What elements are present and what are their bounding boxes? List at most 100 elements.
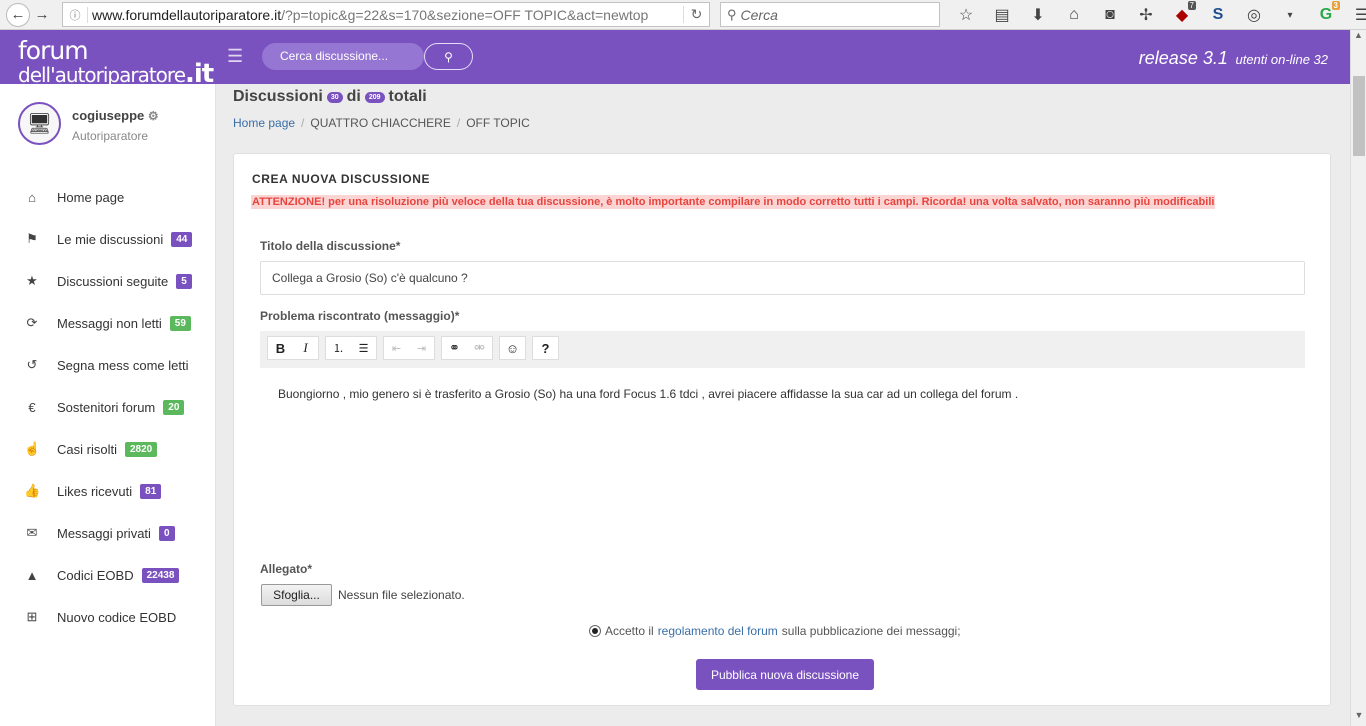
- ublock-badge: 7: [1187, 1, 1196, 10]
- user-name[interactable]: cogiuseppe: [72, 108, 144, 123]
- count-badge: 2820: [124, 441, 158, 457]
- breadcrumb-current: OFF TOPIC: [466, 116, 530, 130]
- count-shown-badge: 30: [326, 91, 343, 103]
- rules-link[interactable]: regolamento del forum: [658, 624, 778, 638]
- ublock-icon[interactable]: ◆ 7: [1164, 0, 1200, 30]
- message-label: Problema riscontrato (messaggio)*: [260, 309, 460, 323]
- chat-extension-icon[interactable]: ◎: [1236, 0, 1272, 30]
- hamburger-menu-icon[interactable]: ☰: [227, 46, 243, 67]
- gear-icon[interactable]: ⚙: [148, 109, 159, 123]
- indent-icon[interactable]: ⇥: [409, 337, 434, 359]
- sidebar-item-messaggi-non-letti[interactable]: ⟳ Messaggi non letti 59: [0, 302, 216, 344]
- home-icon[interactable]: ⌂: [1056, 0, 1092, 30]
- accept-suffix: sulla pubblicazione dei messaggi;: [781, 624, 961, 638]
- history-icon: ↺: [26, 357, 38, 372]
- sidebar-item-label: Discussioni seguite: [57, 273, 169, 289]
- title-input[interactable]: Collega a Grosio (So) c'è qualcuno ?: [260, 261, 1305, 295]
- title-label: Titolo della discussione*: [260, 239, 401, 253]
- attachment-label: Allegato*: [260, 562, 313, 576]
- flag-icon: ⚑: [26, 231, 38, 246]
- publish-discussion-button[interactable]: Pubblica nuova discussione: [696, 659, 874, 690]
- sidebar-item-discussioni-seguite[interactable]: ★ Discussioni seguite 5: [0, 260, 216, 302]
- scroll-thumb[interactable]: [1353, 76, 1365, 156]
- scroll-down-icon[interactable]: ▼: [1351, 710, 1366, 726]
- reload-icon[interactable]: ↻: [683, 6, 709, 23]
- breadcrumb-home[interactable]: Home page: [233, 116, 295, 130]
- sidebar-item-label: Messaggi privati: [57, 525, 151, 541]
- search-icon: ⚲: [444, 49, 453, 64]
- sidebar-item-segna-mess-come-letti[interactable]: ↺ Segna mess come letti: [0, 344, 216, 386]
- logo-line-1: forum: [18, 36, 89, 65]
- italic-button[interactable]: I: [293, 337, 318, 359]
- sidebar-item-le-mie-discussioni[interactable]: ⚑ Le mie discussioni 44: [0, 218, 216, 260]
- forward-icon[interactable]: →: [30, 3, 54, 27]
- back-icon[interactable]: ←: [6, 2, 30, 27]
- site-logo[interactable]: forum dell'autoriparatore.it: [18, 36, 214, 87]
- sidebar-item-casi-risolti[interactable]: ☝ Casi risolti 2820: [0, 428, 216, 470]
- bullet-list-icon[interactable]: ☰: [351, 337, 376, 359]
- bold-button[interactable]: B: [268, 337, 293, 359]
- breadcrumb-section[interactable]: QUATTRO CHIACCHERE: [310, 116, 450, 130]
- help-icon[interactable]: ?: [533, 337, 558, 359]
- sidebar-item-label: Casi risolti: [57, 441, 117, 457]
- browser-search-placeholder: Cerca: [740, 6, 778, 23]
- sidebar-menu: ⌂ Home page ⚑ Le mie discussioni 44 ★ Discussi…: [0, 176, 216, 638]
- forum-search-input[interactable]: Cerca discussione...: [262, 43, 424, 70]
- card-title: CREA NUOVA DISCUSSIONE: [252, 172, 431, 186]
- sidebar-item-sostenitori-forum[interactable]: € Sostenitori forum 20: [0, 386, 216, 428]
- sidebar-item-codici-eobd[interactable]: ▲ Codici EOBD 22438: [0, 554, 216, 596]
- url-host: www.forumdellautoriparatore.it: [92, 6, 282, 23]
- grammarly-badge: 3: [1331, 1, 1340, 10]
- info-icon[interactable]: ⓘ: [63, 7, 87, 23]
- pocket-icon[interactable]: ◙: [1092, 0, 1128, 30]
- unlink-icon[interactable]: ⚮: [467, 337, 492, 359]
- sidebar-item-nuovo-codice-eobd[interactable]: ⊞ Nuovo codice EOBD: [0, 596, 216, 638]
- sidebar-item-label: Codici EOBD: [57, 567, 134, 583]
- sidebar-item-label: Nuovo codice EOBD: [57, 609, 177, 625]
- title-suffix: totali: [388, 88, 427, 105]
- file-status: Nessun file selezionato.: [338, 588, 465, 602]
- count-badge: 44: [171, 231, 193, 247]
- browser-search-input[interactable]: ⚲ Cerca: [720, 2, 940, 27]
- star-icon: ★: [26, 273, 38, 288]
- user-role: Autoriparatore: [72, 129, 149, 143]
- reading-list-icon[interactable]: ▤: [984, 0, 1020, 30]
- bookmark-star-icon[interactable]: ☆: [948, 0, 984, 30]
- sidebar-item-label: Messaggi non letti: [57, 315, 162, 331]
- browse-file-button[interactable]: Sfoglia...: [261, 584, 332, 606]
- sidebar-item-likes-ricevuti[interactable]: 👍 Likes ricevuti 81: [0, 470, 216, 512]
- scroll-up-icon[interactable]: ▲: [1351, 30, 1366, 46]
- thumbs-up-icon: 👍: [24, 483, 41, 498]
- url-bar[interactable]: ⓘ www.forumdellautoriparatore.it/?p=topi…: [62, 2, 710, 27]
- sidebar: 🖥 cogiuseppe ⚙ Autoriparatore ⌂ Home page…: [0, 84, 216, 726]
- download-icon[interactable]: ⬇: [1020, 0, 1056, 30]
- page-scrollbar[interactable]: ▲ ▼: [1350, 30, 1366, 726]
- count-badge: 22438: [141, 567, 180, 583]
- title-prefix: Discussioni: [233, 88, 323, 105]
- sidebar-item-home-page[interactable]: ⌂ Home page: [0, 176, 216, 218]
- warning-icon: ▲: [25, 567, 39, 583]
- chat-icon: ✉: [26, 525, 38, 540]
- dropdown-icon[interactable]: ▾: [1272, 0, 1308, 30]
- grammarly-icon[interactable]: G3: [1308, 0, 1344, 30]
- editor-toolbar: B I ⒈ ☰ ⇤ ⇥ ⚭ ⚮ ☺ ?: [260, 331, 1305, 368]
- numbered-list-icon[interactable]: ⒈: [326, 337, 351, 359]
- browser-toolbar: ← → ⓘ www.forumdellautoriparatore.it/?p=…: [0, 0, 1366, 30]
- sidebar-item-messaggi-privati[interactable]: ✉ Messaggi privati 0: [0, 512, 216, 554]
- link-icon[interactable]: ⚭: [442, 337, 467, 359]
- message-editor[interactable]: Buongiorno , mio genero si è trasferito …: [278, 387, 1278, 401]
- release-info: release 3.1 utenti on-line 32: [1139, 48, 1328, 69]
- new-discussion-card: CREA NUOVA DISCUSSIONE ATTENZIONE! per u…: [233, 153, 1331, 706]
- page-title: Discussioni 30 di 209 totali: [233, 88, 427, 106]
- warning-message: ATTENZIONE! per una risoluzione più velo…: [251, 195, 1216, 209]
- forum-search-button[interactable]: ⚲: [424, 43, 473, 70]
- s-extension-icon[interactable]: S: [1200, 0, 1236, 30]
- menu-icon[interactable]: ☰: [1344, 0, 1366, 30]
- avatar[interactable]: 🖥: [18, 102, 61, 145]
- extension-icon[interactable]: ✢: [1128, 0, 1164, 30]
- release-version: release 3.1: [1138, 48, 1228, 68]
- accept-prefix: Accetto il: [605, 624, 654, 638]
- accept-rules-radio[interactable]: [589, 625, 601, 637]
- emoji-icon[interactable]: ☺: [500, 337, 525, 359]
- outdent-icon[interactable]: ⇤: [384, 337, 409, 359]
